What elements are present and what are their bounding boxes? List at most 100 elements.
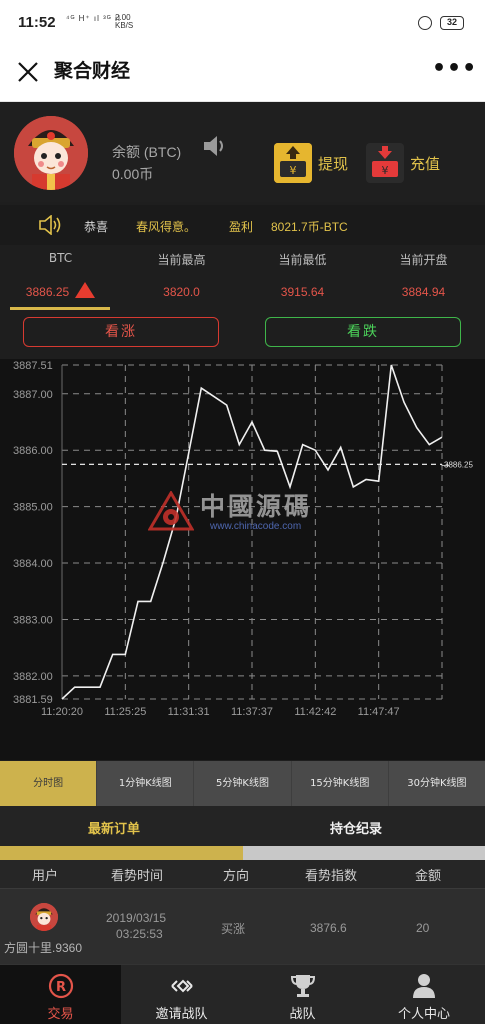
stat-value: 3820.0 — [163, 285, 200, 299]
announcement-speaker-icon — [39, 215, 61, 235]
avatar-figure-icon — [14, 116, 88, 190]
watermark-text: 中國源碼 — [200, 492, 313, 521]
tab-1min[interactable]: 1分钟K线图 — [96, 761, 193, 806]
network-indicator: ⁴ᴳ H⁺ ıl ³ᴳ ıl — [66, 14, 121, 23]
watermark-url: www.chinacode.com — [210, 521, 302, 532]
stat-open: 当前开盘 3884.94 — [363, 245, 484, 299]
up-arrow-icon — [75, 282, 96, 298]
col-index: 看势指数 — [305, 869, 358, 884]
current-price-label: 3886.25 — [444, 460, 473, 469]
row-user: 方圆十里.9360 — [4, 941, 83, 955]
nav-invite[interactable]: 邀请战队 — [121, 965, 242, 1024]
y-tick-label: 3883.00 — [13, 614, 53, 626]
balance-label: 余额 (BTC) — [112, 144, 182, 160]
x-tick-label: 11:37:37 — [231, 706, 273, 718]
order-tab-indicator-fill — [0, 846, 243, 860]
x-tick-label: 11:31:31 — [168, 706, 210, 718]
row-direction: 买涨 — [221, 922, 246, 936]
stat-label: 当前最低 — [278, 253, 327, 267]
x-tick-label: 11:25:25 — [104, 706, 146, 718]
stat-btc-value: 3886.25 — [25, 285, 70, 299]
trophy-icon — [289, 973, 317, 999]
stat-label: 当前开盘 — [399, 253, 448, 267]
y-tick-label: 3885.00 — [13, 502, 53, 514]
y-tick-label: 3887.00 — [13, 389, 53, 401]
registered-icon: R — [47, 973, 75, 999]
table-row[interactable]: 方圆十里.9360 2019/03/15 03:25:53 买涨 3876.6 … — [0, 888, 485, 964]
stat-low: 当前最低 3915.64 — [242, 245, 363, 299]
tab-15min[interactable]: 15分钟K线图 — [290, 761, 388, 806]
row-time: 03:25:53 — [116, 927, 163, 941]
col-time: 看势时间 — [111, 869, 164, 884]
col-direction: 方向 — [223, 869, 250, 884]
avatar[interactable] — [14, 116, 88, 190]
col-user: 用户 — [32, 869, 59, 884]
stat-value: 3884.94 — [401, 285, 446, 299]
x-tick-label: 11:42:42 — [294, 706, 336, 718]
stat-value: 3915.64 — [280, 285, 325, 299]
nav-profile-label: 个人中心 — [397, 1007, 450, 1022]
nav-trade[interactable]: R 交易 — [0, 965, 121, 1024]
ticker-user: 春风得意。 — [136, 220, 197, 234]
x-tick-label: 11:20:20 — [41, 706, 83, 718]
timeframe-tabs: 分时图 1分钟K线图 5分钟K线图 15分钟K线图 30分钟K线图 — [0, 761, 485, 806]
recharge-button[interactable]: ¥ 充值 — [366, 142, 440, 184]
ticker-profit-label: 盈利 — [229, 220, 254, 234]
y-tick-label: 3882.00 — [13, 671, 53, 683]
tab-30min[interactable]: 30分钟K线图 — [387, 761, 485, 806]
buy-up-button[interactable]: 看涨 — [23, 317, 219, 347]
tab-holdings[interactable]: 持仓纪录 — [330, 818, 382, 837]
price-chart-svg: 3887.51 3887.00 3886.00 3885.00 3884.00 3883.… — [13, 360, 473, 718]
nav-team-label: 战队 — [289, 1007, 316, 1022]
recharge-label: 充值 — [410, 154, 441, 173]
bottom-nav: R 交易 邀请战队 战队 个人中心 — [0, 964, 485, 1024]
y-tick-label: 3881.59 — [13, 694, 53, 706]
sound-toggle-icon[interactable] — [202, 134, 228, 158]
orders-table-header: 用户 看势时间 方向 看势指数 金额 — [0, 860, 485, 888]
stat-value: 3886.25 — [0, 282, 121, 299]
row-index: 3876.6 — [310, 921, 347, 935]
withdraw-button[interactable]: ¥ 提现 — [274, 142, 348, 184]
svg-text:R: R — [55, 980, 65, 995]
y-tick-label: 3884.00 — [13, 558, 53, 570]
nav-invite-label: 邀请战队 — [155, 1007, 208, 1022]
stat-label: BTC — [48, 251, 73, 265]
order-tab-indicator — [0, 846, 485, 860]
rotation-lock-icon — [418, 16, 432, 30]
buy-down-button[interactable]: 看跌 — [265, 317, 461, 347]
nav-profile[interactable]: 个人中心 — [363, 965, 485, 1024]
close-icon[interactable] — [16, 60, 40, 84]
stat-label: 当前最高 — [157, 253, 206, 267]
y-tick-label: 3887.51 — [13, 360, 53, 372]
tab-timeshare[interactable]: 分时图 — [0, 761, 97, 806]
order-tabs: 最新订单 持仓纪录 — [0, 806, 485, 846]
nav-team[interactable]: 战队 — [242, 965, 363, 1024]
battery-indicator: 32 — [440, 16, 464, 30]
nav-bar: 聚合财经 ••• — [0, 48, 485, 102]
recharge-icon: ¥ — [366, 143, 404, 183]
status-time: 11:52 — [18, 14, 56, 31]
network-speed: 2.00 KB/S — [115, 14, 133, 30]
more-menu-button[interactable]: ••• — [432, 56, 477, 81]
stat-btc: BTC 3886.25 — [0, 245, 121, 299]
stat-high: 当前最高 3820.0 — [121, 245, 242, 299]
withdraw-icon: ¥ — [274, 143, 312, 183]
ticker-congrats: 恭喜 — [84, 220, 109, 234]
ticker-profit-value: 8021.7币-BTC — [271, 220, 348, 234]
tab-5min[interactable]: 5分钟K线图 — [193, 761, 290, 806]
page-title: 聚合财经 — [54, 60, 131, 82]
trade-buttons: 看涨 看跌 — [0, 313, 485, 359]
price-chart[interactable]: 3887.51 3887.00 3886.00 3885.00 3884.00 3883.… — [0, 359, 485, 760]
recharge-glyph: ¥ — [382, 164, 389, 177]
watermark-logo-icon — [148, 491, 194, 531]
price-stats: BTC 3886.25 当前最高 3820.0 当前最低 3915.64 当前开… — [0, 245, 485, 311]
account-panel: 余额 (BTC) 0.00币 ¥ 提现 ¥ 充值 — [0, 102, 485, 202]
winner-ticker: 恭喜 春风得意。 盈利 8021.7币-BTC — [0, 205, 485, 245]
withdraw-glyph: ¥ — [290, 164, 297, 177]
nav-trade-label: 交易 — [47, 1007, 74, 1022]
x-tick-label: 11:47:47 — [358, 706, 400, 718]
avatar-figure-icon — [30, 903, 58, 931]
withdraw-label: 提现 — [318, 154, 349, 173]
col-amount: 金额 — [415, 869, 442, 884]
tab-latest-orders[interactable]: 最新订单 — [88, 818, 140, 837]
